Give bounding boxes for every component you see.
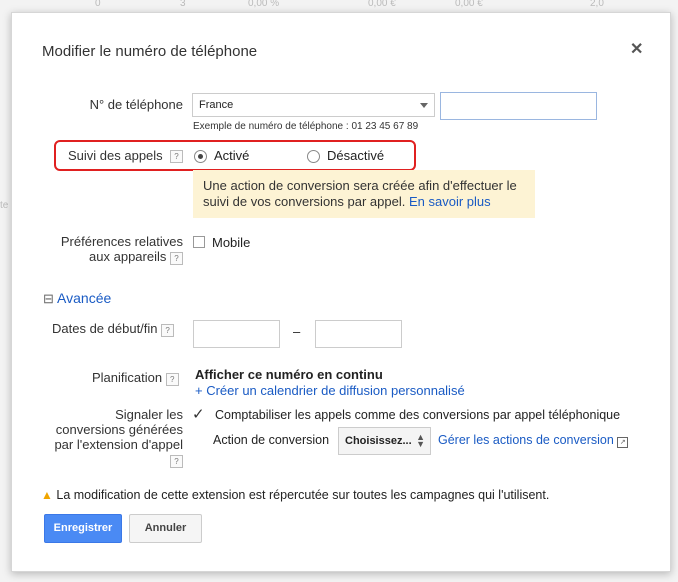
help-icon[interactable]: ? (170, 150, 183, 163)
report-label-line3: par l'extension d'appel (54, 437, 183, 452)
call-tracking-label: Suivi des appels (68, 148, 163, 163)
device-label-line2-text: aux appareils (89, 249, 167, 264)
background-text: te (0, 200, 9, 211)
device-label: Préférences relatives aux appareils ? (42, 234, 183, 265)
background-cell: 0,00 € (455, 0, 483, 9)
help-icon[interactable]: ? (165, 373, 179, 386)
phone-label: N° de téléphone (89, 97, 183, 112)
help-icon[interactable]: ? (170, 252, 183, 265)
external-link-icon: ↗ (617, 437, 629, 448)
report-checkbox[interactable]: ✓ (192, 405, 205, 423)
background-cell: 0,00 € (368, 0, 396, 9)
conversion-notice: Une action de conversion sera créée afin… (193, 170, 535, 218)
report-label-line1: Signaler les (115, 407, 183, 422)
help-icon[interactable]: ? (170, 455, 183, 468)
report-checkbox-label: Comptabiliser les appels comme des conve… (215, 408, 621, 422)
cancel-button[interactable]: Annuler (129, 514, 202, 543)
report-label: Signaler les conversions générées par l'… (32, 407, 183, 468)
end-date-input[interactable] (315, 320, 402, 348)
country-select-value: France (199, 99, 234, 111)
help-icon[interactable]: ? (161, 324, 175, 337)
save-button[interactable]: Enregistrer (44, 514, 122, 543)
chevron-down-icon (420, 103, 428, 108)
manage-conversions-link[interactable]: Gérer les actions de conversion ↗ (438, 433, 629, 448)
learn-more-link[interactable]: En savoir plus (409, 194, 491, 209)
dates-label: Dates de début/fin ? (52, 321, 175, 337)
dialog-title: Modifier le numéro de téléphone (42, 43, 258, 60)
manage-conversions-text: Gérer les actions de conversion (438, 433, 614, 447)
background-cell: 2,0 (590, 0, 604, 9)
mobile-label: Mobile (212, 235, 251, 250)
radio-inactive-label: Désactivé (327, 148, 385, 163)
background-cell: 3 (180, 0, 186, 9)
date-separator: – (293, 324, 301, 339)
country-select[interactable]: France (192, 93, 435, 117)
updown-icon: ▲ ▼ (416, 432, 425, 449)
background-cell: 0,00 % (248, 0, 280, 9)
warning-text: La modification de cette extension est r… (56, 488, 550, 502)
phone-number-input[interactable] (440, 92, 597, 120)
radio-active-label: Activé (214, 148, 250, 163)
radio-inactive[interactable] (307, 150, 320, 163)
device-label-line1: Préférences relatives (60, 234, 183, 249)
report-label-line2: conversions générées (55, 422, 183, 437)
schedule-value: Afficher ce numéro en continu (195, 367, 383, 382)
advanced-toggle[interactable]: ⊟ Avancée (43, 290, 111, 307)
mobile-checkbox[interactable] (193, 236, 205, 248)
background-table-row: 0 3 0,00 % 0,00 € 0,00 € 2,0 (0, 0, 678, 12)
schedule-label-text: Planification (92, 370, 163, 385)
conversion-action-select[interactable]: Choisissez... ▲ ▼ (338, 427, 431, 455)
warning-message: ▲ La modification de cette extension est… (41, 488, 549, 502)
dates-label-text: Dates de début/fin (52, 321, 158, 336)
start-date-input[interactable] (193, 320, 280, 348)
advanced-label: Avancée (57, 290, 112, 306)
device-label-line2: aux appareils ? (42, 249, 183, 265)
report-help: ? (32, 452, 183, 468)
conversion-action-value: Choisissez... (345, 435, 412, 447)
create-schedule-link[interactable]: + Créer un calendrier de diffusion perso… (195, 383, 465, 398)
edit-phone-dialog: Modifier le numéro de téléphone ✕ N° de … (11, 12, 671, 572)
conversion-action-label: Action de conversion (213, 433, 330, 447)
schedule-label: Planification ? (92, 370, 179, 386)
collapse-icon: ⊟ (43, 291, 54, 306)
phone-example: Exemple de numéro de téléphone : 01 23 4… (193, 121, 419, 132)
radio-active[interactable] (194, 150, 207, 163)
close-icon[interactable]: ✕ (630, 39, 643, 59)
warning-icon: ▲ (41, 488, 53, 502)
background-cell: 0 (95, 0, 101, 9)
